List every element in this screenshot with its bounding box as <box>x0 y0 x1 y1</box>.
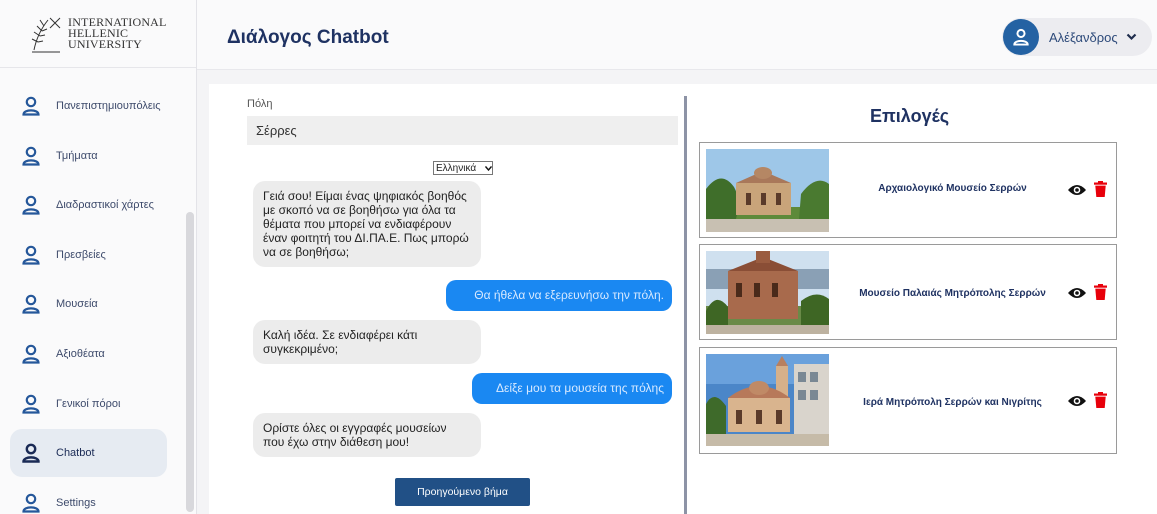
sidebar-item-label: Τμήματα <box>56 149 98 162</box>
page-title: Διάλογος Chatbot <box>227 27 389 48</box>
panel-divider <box>684 96 687 514</box>
trash-icon[interactable] <box>1094 181 1107 197</box>
sidebar-item-label: Γενικοί πόροι <box>56 397 121 410</box>
user-icon <box>20 393 42 415</box>
eye-icon[interactable] <box>1067 286 1087 300</box>
chevron-down-icon <box>1126 33 1136 41</box>
museum-photo <box>706 149 829 232</box>
sidebar-item-label: Αξιοθέατα <box>56 347 105 360</box>
sidebar-item-label: Μουσεία <box>56 298 98 311</box>
user-name: Αλέξανδρος <box>1049 29 1118 45</box>
museum-photo <box>706 354 829 446</box>
sidebar-item-label: Διαδραστικοί χάρτες <box>56 199 154 212</box>
sidebar-item-label: Πανεπιστημιουπόλεις <box>56 100 161 112</box>
trash-icon[interactable] <box>1094 392 1107 408</box>
eye-icon[interactable] <box>1067 394 1087 408</box>
user-icon <box>20 95 42 117</box>
options-title: Επιλογές <box>870 106 950 126</box>
avatar <box>1003 19 1039 55</box>
user-message: Θα ήθελα να εξερευνήσω την πόλη. <box>446 280 672 311</box>
user-menu[interactable]: Αλέξανδρος <box>1002 18 1152 56</box>
sidebar-item-settings[interactable]: Settings <box>10 479 167 514</box>
sidebar-item-general-resources[interactable]: Γενικοί πόροι <box>10 380 167 428</box>
university-logo[interactable]: INTERNATIONAL HELLENIC UNIVERSITY <box>0 0 196 68</box>
language-select[interactable]: Ελληνικά <box>433 161 493 175</box>
top-header: Διάλογος Chatbot Αλέξανδρος <box>197 0 1157 70</box>
trash-icon[interactable] <box>1094 284 1107 300</box>
user-icon <box>20 343 42 365</box>
bot-message: Καλή ιδέα. Σε ενδιαφέρει κάτι συγκεκριμέ… <box>253 320 481 364</box>
option-title: Μουσείο Παλαιάς Μητρόπολης Σερρών <box>859 288 1046 299</box>
sidebar-nav: Πανεπιστημιουπόλεις Τμήματα Διαδραστικοί… <box>10 82 167 514</box>
sidebar-item-sights[interactable]: Αξιοθέατα <box>10 330 167 378</box>
user-icon <box>20 145 42 167</box>
user-message: Δείξε μου τα μουσεία της πόλης <box>472 373 672 404</box>
sidebar-scrollbar[interactable] <box>186 212 194 512</box>
option-card[interactable]: Αρχαιολογικό Μουσείο Σερρών <box>699 142 1117 238</box>
user-icon <box>20 244 42 266</box>
bot-message: Γειά σου! Είμαι ένας ψηφιακός βοηθός με … <box>253 181 481 267</box>
chevron-down-icon <box>485 165 492 171</box>
previous-step-button[interactable]: Προηγούμενο βήμα <box>395 478 530 506</box>
eye-icon[interactable] <box>1067 183 1087 197</box>
user-icon <box>20 194 42 216</box>
user-icon <box>20 293 42 315</box>
option-title: Ιερά Μητρόπολη Σερρών και Νιγρίτης <box>863 397 1042 408</box>
brand-line-3: UNIVERSITY <box>68 37 142 51</box>
sidebar-item-museums[interactable]: Μουσεία <box>10 280 167 328</box>
user-icon <box>20 442 42 464</box>
city-label: Πόλη <box>247 98 273 110</box>
museum-photo <box>706 251 829 334</box>
sidebar-item-campuses[interactable]: Πανεπιστημιουπόλεις <box>10 82 167 130</box>
laurel-logo-icon <box>31 17 61 52</box>
option-card[interactable]: Ιερά Μητρόπολη Σερρών και Νιγρίτης <box>699 347 1117 454</box>
sidebar-item-label: Πρεσβείες <box>56 248 106 261</box>
university-name: INTERNATIONAL HELLENIC UNIVERSITY <box>68 16 167 51</box>
sidebar-item-chatbot[interactable]: Chatbot <box>10 429 167 478</box>
sidebar-item-interactive-maps[interactable]: Διαδραστικοί χάρτες <box>10 181 167 229</box>
option-title: Αρχαιολογικό Μουσείο Σερρών <box>878 183 1027 194</box>
sidebar: INTERNATIONAL HELLENIC UNIVERSITY Πανεπι… <box>0 0 197 514</box>
sidebar-item-label: Settings <box>56 496 96 509</box>
sidebar-item-departments[interactable]: Τμήματα <box>10 132 167 180</box>
user-icon <box>20 492 42 514</box>
language-select-value: Ελληνικά <box>436 162 477 174</box>
option-card[interactable]: Μουσείο Παλαιάς Μητρόπολης Σερρών <box>699 244 1117 340</box>
sidebar-item-label: Chatbot <box>56 447 95 460</box>
bot-message: Ορίστε όλες οι εγγραφές μουσείων που έχω… <box>253 413 481 457</box>
city-field[interactable] <box>247 116 678 145</box>
sidebar-item-embassies[interactable]: Πρεσβείες <box>10 231 167 279</box>
user-icon <box>1013 28 1029 46</box>
